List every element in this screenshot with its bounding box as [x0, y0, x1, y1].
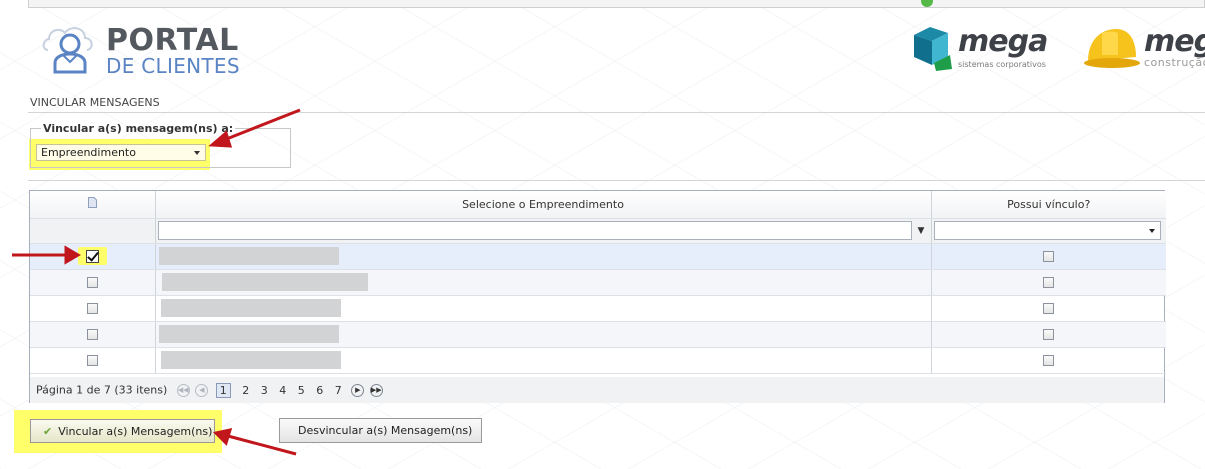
document-icon	[87, 197, 97, 209]
mega-construcao-logo: mega construção	[1084, 25, 1205, 75]
vincular-legend: Vincular a(s) mensagem(ns) a:	[43, 122, 234, 135]
vinculo-checkbox	[1043, 329, 1055, 340]
column-header-empreendimento[interactable]: Selecione o Empreendimento	[155, 191, 932, 219]
next-page-icon[interactable]: ▶	[351, 384, 365, 397]
redacted-name	[158, 247, 339, 265]
redacted-name	[158, 325, 339, 343]
prev-page-icon[interactable]: ◀	[195, 384, 209, 397]
page-title: VINCULAR MENSAGENS	[30, 96, 160, 109]
column-header-vinculo[interactable]: Possui vínculo?	[931, 191, 1166, 219]
page-number-current[interactable]: 1	[215, 383, 231, 398]
table-row[interactable]	[30, 321, 1166, 348]
hardhat-icon	[1084, 29, 1140, 68]
portal-wordmark: PORTAL DE CLIENTES	[106, 23, 240, 78]
pager-info: Página 1 de 7 (33 itens)	[36, 383, 168, 397]
select-value: Empreendimento	[41, 146, 136, 159]
select-all-header[interactable]	[30, 191, 156, 219]
row-checkbox[interactable]	[86, 277, 98, 288]
filter-empreendimento-input[interactable]	[157, 221, 912, 240]
filter-row: ▼	[30, 218, 1166, 244]
divider	[28, 112, 1205, 113]
tipo-vinculo-select[interactable]: Empreendimento	[36, 144, 206, 161]
vinculo-checkbox	[1043, 277, 1055, 288]
table-row[interactable]	[30, 269, 1166, 296]
divider	[28, 180, 1205, 181]
vincular-label: Vincular a(s) Mensagem(ns)	[58, 424, 213, 438]
table-row[interactable]	[30, 347, 1166, 374]
mega-logo: mega sistemas corporativos	[910, 25, 1060, 75]
filter-vinculo-select[interactable]	[933, 221, 1161, 240]
page-number[interactable]: 5	[298, 384, 305, 397]
leaf-icon	[921, 0, 933, 7]
row-checkbox-checked[interactable]	[85, 249, 99, 263]
page-number[interactable]: 2	[242, 384, 249, 397]
redacted-name	[160, 299, 341, 317]
row-checkbox[interactable]	[86, 329, 98, 340]
mega-tagline: sistemas corporativos	[958, 60, 1046, 69]
page-number[interactable]: 6	[316, 384, 323, 397]
mega-cube-icon	[914, 27, 952, 71]
top-bar	[28, 0, 1205, 8]
first-page-icon[interactable]: ◀◀	[176, 384, 190, 397]
table-row[interactable]	[30, 243, 1166, 270]
vinculo-checkbox	[1043, 303, 1055, 314]
portal-logo: PORTAL DE CLIENTES	[40, 22, 250, 78]
redacted-name	[161, 273, 368, 291]
vinculo-checkbox	[1043, 251, 1055, 262]
chevron-down-icon	[1148, 229, 1155, 233]
table-row[interactable]	[30, 295, 1166, 322]
redacted-name	[160, 351, 341, 369]
last-page-icon[interactable]: ▶▶	[369, 384, 383, 397]
highlight-checkbox	[77, 247, 107, 265]
grid-header: Selecione o Empreendimento Possui víncul…	[30, 191, 1166, 219]
desvincular-button[interactable]: Desvincular a(s) Mensagem(ns)	[279, 418, 482, 443]
mega-construcao-tagline: construção	[1144, 56, 1205, 69]
empreendimento-grid: Selecione o Empreendimento Possui víncul…	[29, 190, 1166, 403]
row-checkbox[interactable]	[86, 303, 98, 314]
pager: Página 1 de 7 (33 itens) ◀◀ ◀ 1 2 3 4 5 …	[30, 377, 1164, 403]
portal-title: PORTAL	[106, 23, 239, 58]
vinculo-checkbox	[1043, 355, 1055, 366]
check-icon: ✔	[43, 424, 53, 438]
mega-wordmark: mega	[958, 24, 1048, 59]
filter-icon[interactable]: ▼	[918, 226, 925, 236]
desvincular-label: Desvincular a(s) Mensagem(ns)	[298, 424, 473, 437]
user-cloud-icon	[42, 27, 93, 74]
page-number[interactable]: 7	[335, 384, 342, 397]
page-number[interactable]: 4	[279, 384, 286, 397]
row-checkbox[interactable]	[86, 355, 98, 366]
portal-subtitle: DE CLIENTES	[106, 54, 240, 78]
vincular-button[interactable]: ✔ Vincular a(s) Mensagem(ns)	[30, 419, 215, 443]
mega-construcao-wordmark: mega	[1144, 25, 1205, 59]
chevron-down-icon	[194, 151, 200, 155]
page-number[interactable]: 3	[261, 384, 268, 397]
